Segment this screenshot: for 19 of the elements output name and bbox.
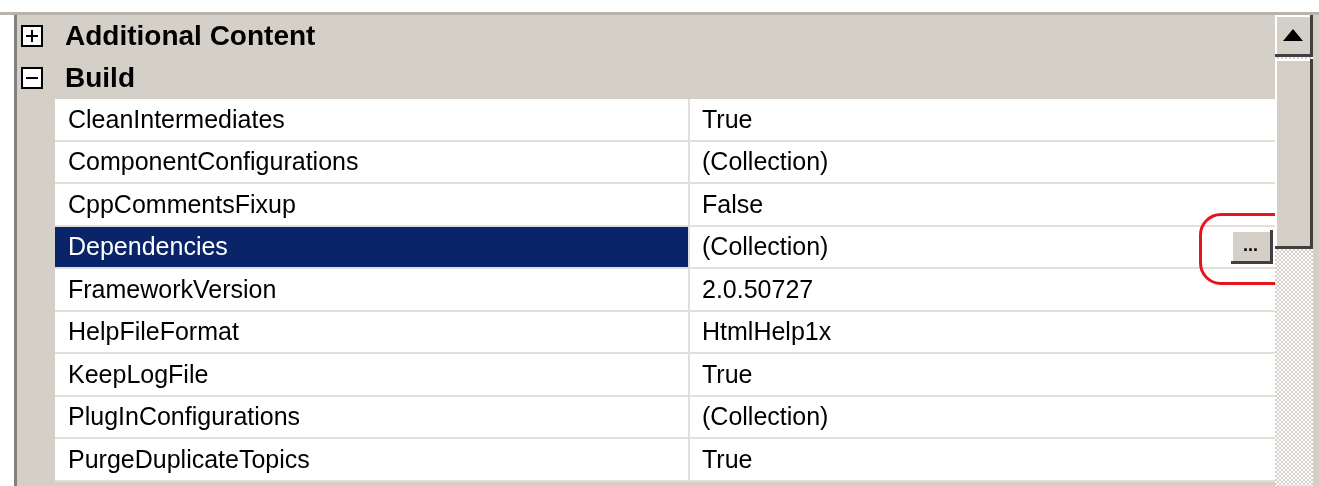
property-name[interactable]: PlugInConfigurations <box>55 396 690 439</box>
property-value[interactable]: (Collection) <box>690 232 1231 262</box>
expand-icon[interactable] <box>21 25 43 47</box>
property-name[interactable]: Dependencies <box>55 226 690 269</box>
property-name[interactable]: CppCommentsFixup <box>55 184 690 227</box>
category-label: Build <box>65 62 135 94</box>
up-arrow-icon <box>1282 28 1303 41</box>
property-name[interactable]: FrameworkVersion <box>55 269 690 312</box>
scroll-thumb[interactable] <box>1275 59 1313 249</box>
scroll-up-button[interactable] <box>1275 15 1313 57</box>
property-name[interactable]: HelpFileFormat <box>55 311 690 354</box>
scrollbar[interactable] <box>1275 15 1313 486</box>
ellipsis-button[interactable]: ... <box>1231 229 1273 264</box>
property-name[interactable]: KeepLogFile <box>55 354 690 397</box>
category-label: Additional Content <box>65 20 316 52</box>
property-name[interactable]: PurgeDuplicateTopics <box>55 439 690 482</box>
collapse-icon[interactable] <box>21 67 43 89</box>
property-name[interactable]: CleanIntermediates <box>55 99 690 142</box>
property-name[interactable]: ComponentConfigurations <box>55 141 690 184</box>
